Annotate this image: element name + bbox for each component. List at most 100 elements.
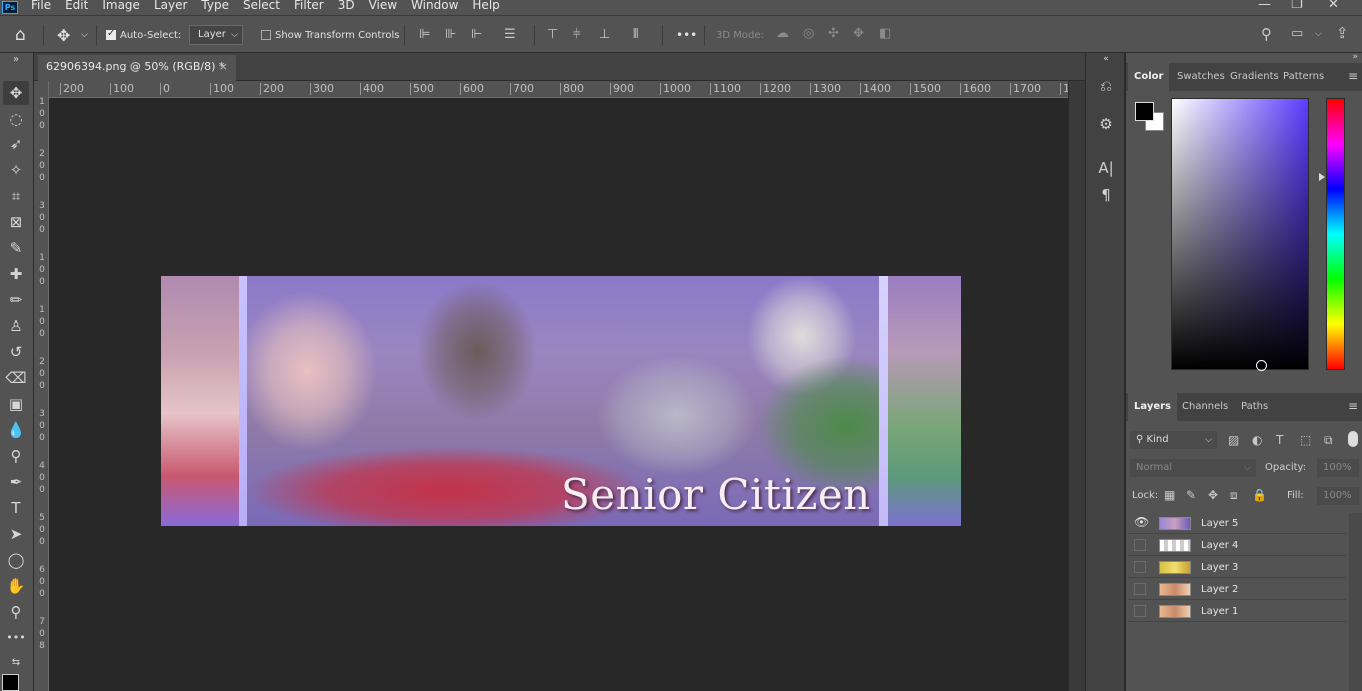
type-tool-icon[interactable]: T	[3, 496, 29, 520]
lock-transparent-pixels-icon[interactable]: ▦	[1164, 488, 1175, 502]
color-panel-menu-icon[interactable]: ≡	[1348, 69, 1358, 83]
layers-panel-menu-icon[interactable]: ≡	[1348, 399, 1358, 413]
blur-tool-icon[interactable]: 💧	[3, 418, 29, 442]
layer-filter-kind-dropdown[interactable]: ⚲ Kind ⌵	[1130, 431, 1217, 449]
collapse-toolbar-icon[interactable]: »	[3, 53, 29, 67]
close-window-button[interactable]: ✕	[1328, 0, 1339, 12]
menu-window[interactable]: Window	[404, 0, 465, 13]
visibility-toggle[interactable]	[1134, 583, 1146, 595]
menu-view[interactable]: View	[362, 0, 404, 13]
hue-slider-marker-icon[interactable]	[1319, 173, 1325, 181]
lasso-tool-icon[interactable]: ➶	[3, 132, 29, 156]
share-icon[interactable]: ⇪	[1336, 26, 1349, 41]
pen-tool-icon[interactable]: ✒	[3, 470, 29, 494]
more-options-icon[interactable]: •••	[676, 16, 697, 54]
history-panel-icon[interactable]: ⎌	[1096, 75, 1116, 97]
layer-row[interactable]: 👁 Layer 5	[1128, 513, 1346, 534]
tab-channels[interactable]: Channels	[1176, 393, 1234, 421]
layer-row[interactable]: Layer 1	[1128, 601, 1346, 622]
menu-image[interactable]: Image	[95, 0, 147, 13]
move-tool-icon[interactable]: ✥	[3, 81, 29, 105]
tab-gradients[interactable]: Gradients	[1224, 63, 1285, 91]
healing-brush-icon[interactable]: ✚	[3, 262, 29, 286]
lock-position-icon[interactable]: ✥	[1208, 488, 1218, 502]
tab-patterns[interactable]: Patterns	[1277, 63, 1330, 91]
frame-tool-icon[interactable]: ⊠	[3, 210, 29, 234]
show-transform-checkbox[interactable]: Show Transform Controls	[261, 16, 399, 54]
lock-all-icon[interactable]: 🔒	[1252, 488, 1267, 502]
lock-artboard-icon[interactable]: ⧈	[1230, 488, 1238, 502]
hue-slider[interactable]	[1326, 98, 1345, 370]
eraser-tool-icon[interactable]: ⌫	[3, 366, 29, 390]
minimize-button[interactable]: —	[1258, 0, 1271, 12]
document-image[interactable]: Senior Citizen	[161, 276, 961, 526]
tab-swatches[interactable]: Swatches	[1171, 63, 1231, 91]
move-tool-icon[interactable]: ✥	[57, 16, 70, 54]
zoom-tool-icon[interactable]: ⚲	[3, 600, 29, 624]
marquee-tool-icon[interactable]: ◌	[3, 107, 29, 131]
auto-select-checkbox[interactable]: Auto-Select:	[106, 16, 181, 54]
layers-scrollbar[interactable]	[1349, 513, 1362, 691]
character-panel-icon[interactable]: A|	[1096, 157, 1116, 179]
menu-edit[interactable]: Edit	[58, 0, 95, 13]
document-tab[interactable]: 62906394.png @ 50% (RGB/8) * ×	[38, 55, 236, 81]
opacity-input[interactable]: 100%	[1317, 459, 1359, 477]
workspace-chevron-icon[interactable]: ⌵	[1315, 27, 1322, 41]
tab-layers[interactable]: Layers	[1128, 393, 1177, 421]
vertical-ruler[interactable]: 1 0 0 2 0 0 3 0 0 1 0 0 1 0 0 2 0 0 3 0 0 4 0 0 5 0 0 6 0 0 7 0 8	[34, 81, 49, 691]
visibility-toggle[interactable]	[1134, 561, 1146, 573]
eyedropper-icon[interactable]: ✎	[3, 236, 29, 260]
align-left-icon[interactable]: ⊫	[419, 28, 430, 42]
distribute-vertical-icon[interactable]: ☰	[504, 28, 516, 42]
dodge-tool-icon[interactable]: ⚲	[3, 444, 29, 468]
edit-toolbar-icon[interactable]: •••	[3, 626, 29, 650]
tab-color[interactable]: Color	[1128, 63, 1170, 91]
fill-input[interactable]: 100%	[1317, 487, 1359, 505]
clone-stamp-icon[interactable]: ♙	[3, 314, 29, 338]
tool-preset-chevron-icon[interactable]: ⌵	[81, 16, 88, 54]
menu-help[interactable]: Help	[465, 0, 506, 13]
brush-tool-icon[interactable]: ✏	[3, 288, 29, 312]
path-selection-icon[interactable]: ➤	[3, 522, 29, 546]
3d-slide-icon[interactable]: ✥	[853, 27, 864, 41]
filter-smart-object-icon[interactable]: ⧉	[1324, 433, 1333, 447]
align-right-icon[interactable]: ⊩	[471, 28, 482, 42]
align-top-icon[interactable]: ⊤	[547, 28, 558, 42]
3d-orbit-icon[interactable]: ☁	[776, 27, 789, 41]
align-middle-v-icon[interactable]: ⫩	[573, 28, 580, 42]
restore-button[interactable]: ❐	[1291, 0, 1303, 12]
menu-file[interactable]: File	[24, 0, 58, 13]
visibility-toggle[interactable]	[1134, 539, 1146, 551]
vertical-scrollbar[interactable]	[1068, 81, 1085, 691]
properties-panel-icon[interactable]: ⚙	[1096, 113, 1116, 135]
magic-wand-icon[interactable]: ✧	[3, 158, 29, 182]
collapse-panels-icon[interactable]: »	[1352, 52, 1358, 62]
filter-toggle-switch[interactable]	[1348, 431, 1358, 447]
tab-paths[interactable]: Paths	[1235, 393, 1274, 421]
3d-roll-icon[interactable]: ◎	[803, 27, 814, 41]
eye-icon[interactable]: 👁	[1134, 516, 1149, 529]
blend-mode-dropdown[interactable]: Normal ⌵	[1130, 459, 1256, 477]
menu-3d[interactable]: 3D	[331, 0, 362, 13]
lock-image-pixels-icon[interactable]: ✎	[1186, 488, 1196, 502]
workspace-icon[interactable]: ▭	[1291, 27, 1303, 41]
foreground-color-swatch[interactable]	[1135, 102, 1154, 121]
swap-colors-icon[interactable]: ⇆	[3, 651, 29, 675]
3d-pan-icon[interactable]: ✣	[828, 27, 839, 41]
layer-row[interactable]: Layer 2	[1128, 579, 1346, 600]
color-saturation-field[interactable]	[1171, 98, 1309, 370]
home-icon[interactable]: ⌂	[15, 16, 26, 54]
align-bottom-icon[interactable]: ⊥	[599, 28, 610, 42]
paragraph-panel-icon[interactable]: ¶	[1096, 184, 1116, 206]
menu-select[interactable]: Select	[236, 0, 287, 13]
filter-pixel-icon[interactable]: ▨	[1228, 433, 1239, 447]
ellipse-tool-icon[interactable]: ◯	[3, 548, 29, 572]
close-tab-icon[interactable]: ×	[219, 55, 228, 79]
crop-tool-icon[interactable]: ⌗	[3, 184, 29, 208]
collapse-dock-icon[interactable]: «	[1096, 53, 1116, 65]
distribute-horizontal-icon[interactable]: ⫴	[633, 28, 638, 42]
history-brush-icon[interactable]: ↺	[3, 340, 29, 364]
search-icon[interactable]: ⚲	[1261, 27, 1272, 42]
layer-row[interactable]: Layer 3	[1128, 557, 1346, 578]
menu-layer[interactable]: Layer	[147, 0, 194, 13]
